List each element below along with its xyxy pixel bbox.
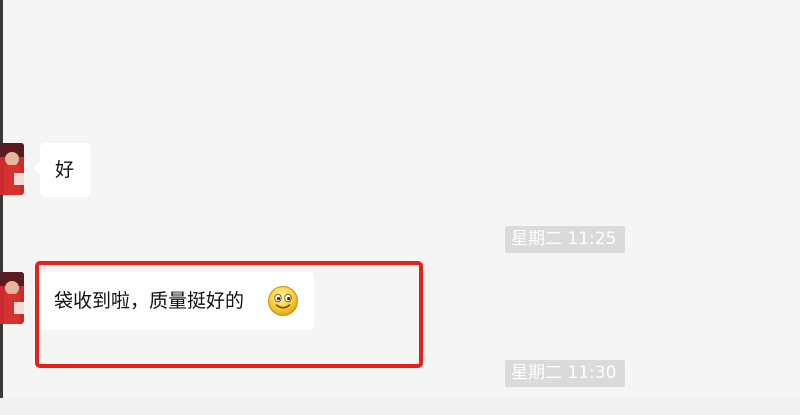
window-left-border (0, 0, 3, 415)
chat-bottom-edge (0, 398, 800, 415)
chat-message-area[interactable]: 好 星期二 11:25 袋收到啦，质量挺好的 星期二 11:30 (0, 0, 800, 415)
avatar-image (0, 272, 24, 324)
message-timestamp: 星期二 11:25 (505, 226, 625, 253)
contact-avatar[interactable] (0, 143, 24, 195)
message-bubble[interactable]: 袋收到啦，质量挺好的 (33, 272, 314, 330)
message-bubble[interactable]: 好 (33, 143, 91, 197)
message-text: 好 (55, 159, 75, 181)
smile-emoji-icon (267, 285, 299, 317)
contact-avatar[interactable] (0, 272, 24, 324)
message-text: 袋收到啦，质量挺好的 (54, 290, 245, 312)
avatar-image (0, 143, 24, 195)
message-timestamp: 星期二 11:30 (505, 360, 625, 387)
